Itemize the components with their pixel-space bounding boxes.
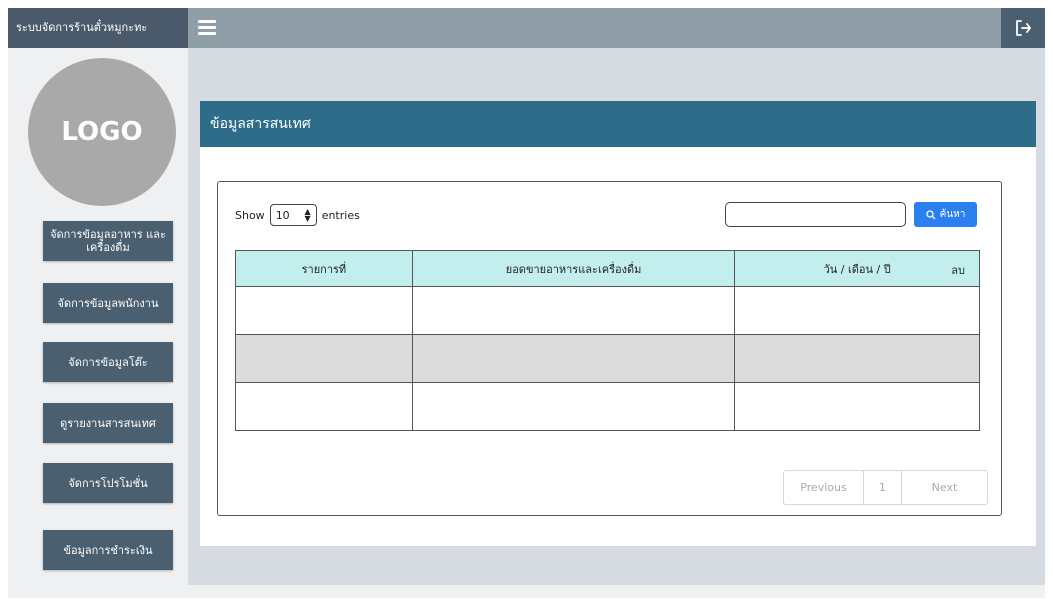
page-title: ข้อมูลสารสนเทศ bbox=[200, 101, 1036, 147]
column-header-item-no[interactable]: รายการที่ bbox=[235, 250, 413, 287]
logout-icon[interactable] bbox=[1001, 8, 1045, 48]
column-header-date-label: วัน / เดือน / ปี bbox=[823, 262, 891, 276]
search-button[interactable]: ค้นหา bbox=[914, 202, 977, 227]
next-page-button[interactable]: Next bbox=[902, 471, 987, 504]
sidebar-item-food-drinks[interactable]: จัดการข้อมูลอาหาร และเครื่องดื่ม bbox=[43, 221, 173, 261]
column-header-sales[interactable]: ยอดขายอาหารและเครื่องดื่ม bbox=[411, 250, 736, 287]
main-content: ข้อมูลสารสนเทศ Show 10 ▲▼ entries ค้นหา bbox=[188, 48, 1045, 585]
table-row bbox=[235, 382, 980, 431]
table-row bbox=[235, 286, 980, 335]
table-cell bbox=[411, 286, 736, 335]
entries-value: 10 bbox=[275, 208, 290, 222]
sidebar-item-payments[interactable]: ข้อมูลการชำระเงิน bbox=[43, 530, 173, 570]
entries-control: Show 10 ▲ ▼ entries bbox=[235, 204, 360, 226]
app-title: ระบบจัดการร้านตั๋วหมูกะทะ bbox=[8, 8, 188, 48]
table-row bbox=[235, 334, 980, 383]
table-cell bbox=[734, 382, 980, 431]
table-cell bbox=[411, 382, 736, 431]
top-bar bbox=[188, 8, 1045, 48]
sidebar-item-tables[interactable]: จัดการข้อมูลโต๊ะ bbox=[43, 342, 173, 382]
table-cell bbox=[235, 382, 413, 431]
table-cell bbox=[734, 286, 980, 335]
data-table-panel: Show 10 ▲ ▼ entries ค้นหา รายการที่ ยอดข… bbox=[217, 181, 1002, 516]
sidebar-item-promotions[interactable]: จัดการโปรโมชั่น bbox=[43, 463, 173, 503]
sidebar: ระบบจัดการร้านตั๋วหมูกะทะ LOGO จัดการข้อ… bbox=[8, 8, 188, 598]
table-cell bbox=[411, 334, 736, 383]
table-cell bbox=[734, 334, 980, 383]
search-icon bbox=[925, 209, 936, 219]
sidebar-item-employees[interactable]: จัดการข้อมูลพนักงาน bbox=[43, 283, 173, 323]
entries-label: entries bbox=[321, 208, 360, 222]
search-button-label: ค้นหา bbox=[939, 209, 966, 220]
entries-select[interactable]: 10 ▲ ▼ bbox=[269, 204, 317, 226]
sidebar-item-reports[interactable]: ดูรายงานสารสนเทศ bbox=[43, 403, 173, 443]
table-cell bbox=[235, 286, 413, 335]
column-header-date[interactable]: วัน / เดือน / ปี ลบ bbox=[734, 250, 980, 287]
search-input[interactable] bbox=[725, 202, 906, 227]
table-cell bbox=[235, 334, 413, 383]
column-header-unit: ลบ bbox=[951, 264, 965, 277]
pagination: Previous 1 Next bbox=[783, 470, 988, 505]
report-table: รายการที่ ยอดขายอาหารและเครื่องดื่ม วัน … bbox=[235, 250, 980, 431]
table-header-row: รายการที่ ยอดขายอาหารและเครื่องดื่ม วัน … bbox=[235, 250, 980, 287]
info-card: ข้อมูลสารสนเทศ Show 10 ▲▼ entries ค้นหา bbox=[200, 101, 1036, 546]
show-label: Show bbox=[235, 208, 265, 222]
page-number-button[interactable]: 1 bbox=[864, 471, 902, 504]
previous-page-button[interactable]: Previous bbox=[784, 471, 864, 504]
stepper-icon: ▲ ▼ bbox=[304, 207, 311, 223]
hamburger-menu-icon[interactable] bbox=[198, 18, 218, 38]
logo: LOGO bbox=[28, 58, 176, 206]
